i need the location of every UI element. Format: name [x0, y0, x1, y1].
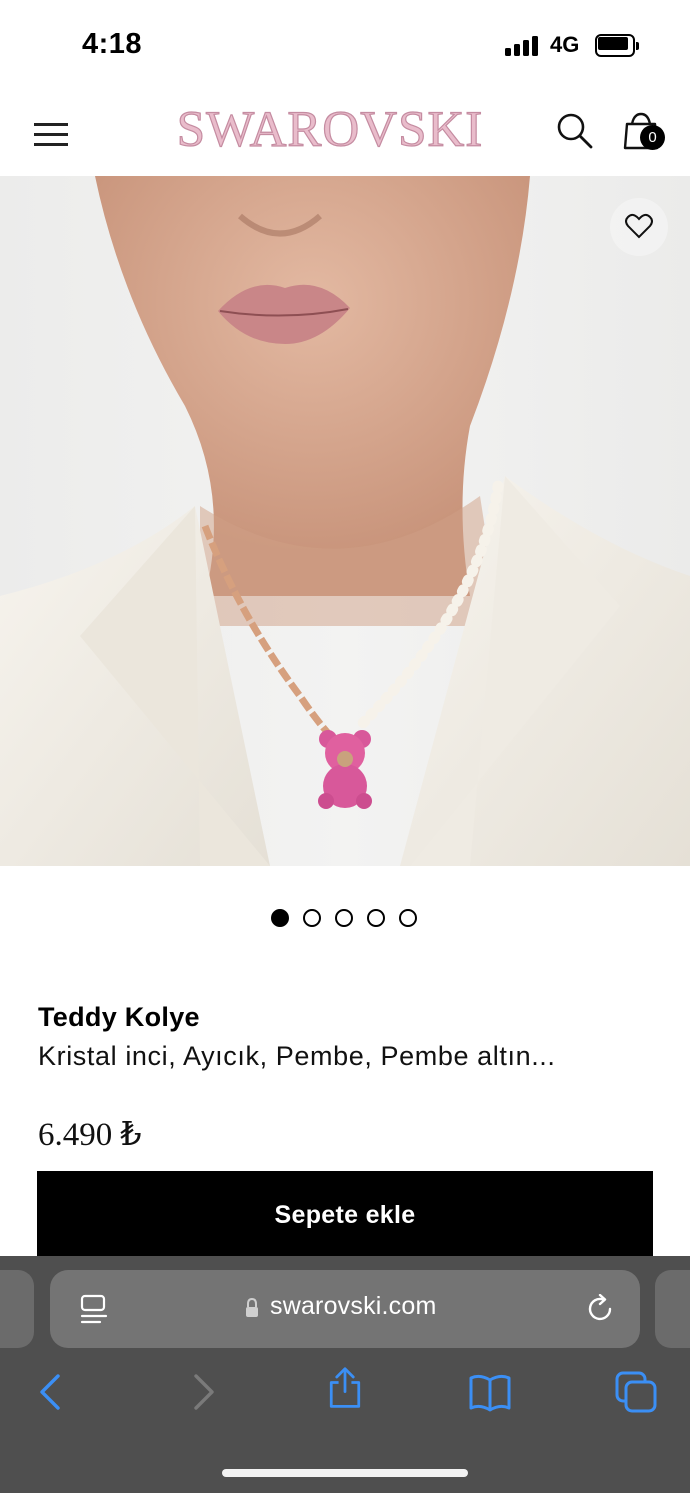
home-indicator[interactable]	[222, 1469, 468, 1477]
next-tab-preview[interactable]	[655, 1270, 690, 1348]
wishlist-button[interactable]	[610, 198, 668, 256]
carousel-dot-5[interactable]	[399, 909, 417, 927]
network-type: 4G	[550, 32, 580, 57]
carousel-dot-4[interactable]	[367, 909, 385, 927]
forward-icon[interactable]	[180, 1370, 224, 1414]
carousel-dot-1[interactable]	[271, 909, 289, 927]
site-header: SWAROVSKI 0	[0, 92, 690, 176]
lock-icon	[246, 1298, 258, 1317]
menu-icon[interactable]	[34, 120, 68, 148]
status-time: 4:18	[82, 28, 143, 60]
share-icon[interactable]	[323, 1366, 367, 1410]
cart-count-badge: 0	[640, 125, 665, 150]
battery-icon	[595, 34, 639, 57]
back-icon[interactable]	[30, 1370, 74, 1414]
status-bar: 4:18 4G	[0, 0, 690, 92]
bookmarks-icon[interactable]	[468, 1370, 512, 1414]
page-menu-icon[interactable]	[80, 1294, 110, 1326]
carousel-pagination	[271, 909, 421, 929]
search-icon[interactable]	[556, 112, 594, 150]
cellular-signal-icon	[505, 36, 539, 56]
carousel-dot-3[interactable]	[335, 909, 353, 927]
tabs-icon[interactable]	[614, 1370, 658, 1414]
product-price: 6.490 ₺	[38, 1117, 142, 1153]
address-bar[interactable]: swarovski.com	[50, 1270, 640, 1348]
carousel-dot-2[interactable]	[303, 909, 321, 927]
browser-toolbar: swarovski.com	[0, 1256, 690, 1493]
reload-icon[interactable]	[586, 1294, 616, 1324]
heart-icon	[625, 213, 653, 239]
url-text: swarovski.com	[270, 1292, 437, 1320]
add-to-cart-button[interactable]: Sepete ekle	[37, 1171, 653, 1259]
brand-logo[interactable]: SWAROVSKI	[162, 101, 498, 158]
previous-tab-preview[interactable]	[0, 1270, 34, 1348]
product-name: Teddy Kolye	[38, 1002, 200, 1032]
product-description: Kristal inci, Ayıcık, Pembe, Pembe altın…	[38, 1041, 556, 1071]
product-image[interactable]	[0, 176, 690, 866]
product-photo-illustration	[0, 176, 690, 866]
